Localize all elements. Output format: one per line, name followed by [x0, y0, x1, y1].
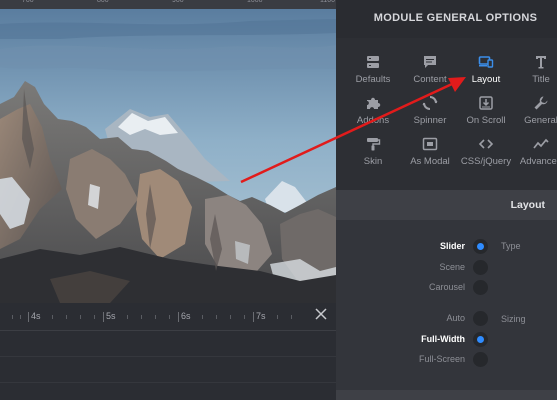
canvas-ruler: 700 800 900 1000 1100 [0, 0, 336, 9]
type-scene-radio[interactable] [473, 260, 488, 275]
tick [20, 315, 21, 319]
tick [216, 315, 217, 319]
sizing-full-width-radio[interactable] [473, 332, 488, 347]
timeline-ruler: 4s 5s 6s 7s [0, 303, 336, 331]
tick [141, 315, 142, 319]
tick [12, 315, 13, 319]
ruler-tick: 1000 [247, 0, 263, 4]
tick [178, 312, 179, 322]
chart-line-icon [533, 138, 549, 149]
wrench-icon [534, 96, 548, 110]
tab-label: General [524, 115, 557, 126]
tick [291, 315, 292, 319]
tick [230, 315, 231, 319]
sizing-full-screen-radio[interactable] [473, 352, 488, 367]
ruler-tick: 900 [172, 0, 184, 4]
timeline-label: 4s [31, 311, 41, 321]
tick [66, 315, 67, 319]
section-header: Layout [336, 190, 557, 220]
tick [277, 315, 278, 319]
tick [103, 312, 104, 322]
mountain-photo [0, 9, 336, 303]
slide-canvas[interactable] [0, 9, 336, 303]
tick [28, 312, 29, 322]
timeline-track[interactable] [0, 331, 336, 357]
tab-advanced[interactable]: Advanced [508, 136, 557, 176]
panel-header: MODULE GENERAL OPTIONS [336, 0, 557, 38]
scroll-icon [479, 96, 493, 110]
tab-title[interactable]: Title [508, 54, 557, 94]
type-carousel-radio[interactable] [473, 280, 488, 295]
tick [169, 315, 170, 319]
sizing-option-label: Full-Screen [418, 354, 465, 364]
close-icon[interactable] [314, 308, 328, 322]
tick [94, 315, 95, 319]
modal-icon [422, 137, 438, 151]
ruler-tick: 1100 [320, 0, 336, 4]
type-group-label: Type [501, 241, 521, 251]
tab-label: Advanced [519, 156, 557, 167]
type-option-label: Carousel [428, 282, 465, 292]
sizing-option-label: Full-Width [421, 334, 465, 344]
content-icon [424, 56, 436, 68]
timeline: 4s 5s 6s 7s [0, 303, 336, 400]
ruler-tick: 700 [22, 0, 34, 4]
tab-label: Title [532, 74, 550, 85]
panel-footer-bar [336, 390, 557, 400]
type-option-label: Slider [439, 241, 465, 251]
section-title: Layout [510, 199, 545, 211]
tick [155, 315, 156, 319]
timeline-label: 6s [181, 311, 191, 321]
timeline-label: 7s [256, 311, 266, 321]
type-slider-radio[interactable] [473, 239, 488, 254]
panel-title: MODULE GENERAL OPTIONS [373, 12, 538, 24]
ruler-tick: 800 [97, 0, 109, 4]
title-icon [536, 56, 546, 69]
timeline-label: 5s [106, 311, 116, 321]
options-panel: MODULE GENERAL OPTIONS Defaults Content [336, 0, 557, 400]
tick [253, 312, 254, 322]
sizing-option-label: Auto [446, 313, 465, 323]
spinner-icon [422, 96, 438, 110]
paint-roller-icon [367, 138, 381, 151]
tick [127, 315, 128, 319]
editor-window: 700 800 900 1000 1100 4s 5s 6s 7s MODULE… [0, 0, 557, 400]
layout-icon [478, 56, 494, 68]
puzzle-icon [367, 97, 381, 109]
sizing-group-label: Sizing [501, 314, 526, 324]
tick [202, 315, 203, 319]
tick [244, 315, 245, 319]
timeline-track[interactable] [0, 357, 336, 383]
code-icon [478, 139, 494, 149]
option-tabs-grid: Defaults Content Layout Title Addons Spi… [336, 38, 557, 190]
type-option-label: Scene [439, 262, 465, 272]
defaults-icon [367, 56, 379, 68]
sizing-auto-radio[interactable] [473, 311, 488, 326]
tab-general[interactable]: General [508, 95, 557, 135]
tick [80, 315, 81, 319]
tick [52, 315, 53, 319]
